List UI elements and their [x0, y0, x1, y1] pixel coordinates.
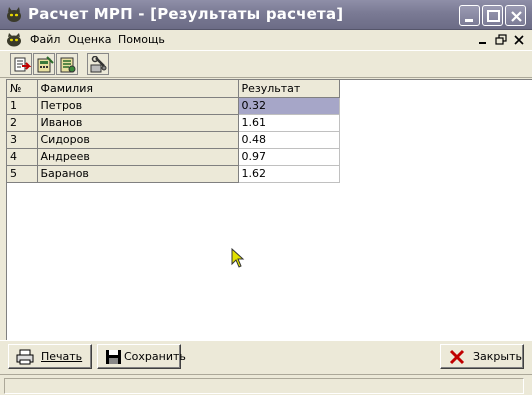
row-result[interactable]: 0.32 — [238, 97, 340, 115]
row-number: 1 — [7, 97, 38, 115]
table-row[interactable]: 5 Баранов 1.62 — [7, 165, 340, 183]
settings-icon — [90, 56, 107, 73]
calculate-icon — [37, 56, 54, 73]
row-number: 5 — [7, 165, 38, 183]
grid-header-row: № Фамилия Результат — [7, 80, 340, 98]
table-row[interactable]: 2 Иванов 1.61 — [7, 114, 340, 132]
table-row[interactable]: 4 Андреев 0.97 — [7, 148, 340, 166]
results-icon — [60, 57, 76, 73]
toolbar — [0, 50, 532, 78]
settings-button[interactable] — [87, 53, 109, 75]
row-surname[interactable]: Сидоров — [37, 131, 239, 149]
print-label: Печать — [41, 350, 83, 363]
mdi-child-cat-icon[interactable] — [5, 32, 23, 48]
button-bar: Печать Сохранить Закрыть — [0, 340, 532, 372]
close-label: Закрыть — [473, 350, 522, 363]
floppy-disk-icon — [106, 350, 121, 364]
export-button[interactable] — [10, 53, 32, 75]
column-header-number[interactable]: № — [7, 80, 38, 98]
column-header-surname[interactable]: Фамилия — [37, 80, 239, 98]
row-number: 4 — [7, 148, 38, 166]
row-result[interactable]: 0.97 — [238, 148, 340, 166]
row-result[interactable]: 1.61 — [238, 114, 340, 132]
row-result[interactable]: 0.48 — [238, 131, 340, 149]
calculate-button[interactable] — [33, 53, 55, 75]
row-surname[interactable]: Андреев — [37, 148, 239, 166]
maximize-icon — [487, 10, 500, 22]
row-surname[interactable]: Петров — [37, 97, 239, 115]
row-number: 3 — [7, 131, 38, 149]
menu-file[interactable]: Файл — [30, 33, 60, 46]
results-grid: № Фамилия Результат 1 Петров 0.32 2 Иван… — [7, 80, 340, 183]
minimize-icon — [465, 19, 473, 22]
window-title: Расчет МРП - [Результаты расчета] — [28, 5, 344, 23]
row-surname[interactable]: Баранов — [37, 165, 239, 183]
app-cat-icon — [7, 7, 21, 22]
table-row[interactable]: 1 Петров 0.32 — [7, 97, 340, 115]
export-icon — [14, 57, 31, 72]
close-icon — [511, 11, 522, 22]
status-bar — [0, 374, 532, 395]
print-button[interactable]: Печать — [8, 344, 92, 369]
mouse-cursor-icon — [231, 248, 245, 268]
mdi-restore-icon[interactable] — [494, 33, 508, 47]
row-number: 2 — [7, 114, 38, 132]
row-result[interactable]: 1.62 — [238, 165, 340, 183]
mdi-close-icon[interactable] — [512, 33, 526, 47]
close-x-icon — [449, 349, 465, 365]
maximize-button[interactable] — [482, 5, 503, 26]
menu-evaluation[interactable]: Оценка — [68, 33, 112, 46]
mdi-minimize-icon[interactable] — [476, 33, 490, 47]
save-button[interactable]: Сохранить — [97, 344, 186, 369]
minimize-button[interactable] — [459, 5, 480, 26]
title-bar[interactable]: Расчет МРП - [Результаты расчета] — [0, 0, 532, 30]
results-button[interactable] — [56, 53, 78, 75]
column-header-result[interactable]: Результат — [238, 80, 340, 98]
printer-icon — [16, 349, 34, 365]
results-grid-area[interactable]: № Фамилия Результат 1 Петров 0.32 2 Иван… — [6, 79, 532, 340]
close-window-button[interactable] — [505, 5, 526, 26]
table-row[interactable]: 3 Сидоров 0.48 — [7, 131, 340, 149]
row-surname[interactable]: Иванов — [37, 114, 239, 132]
save-label: Сохранить — [124, 350, 186, 363]
close-button[interactable]: Закрыть — [440, 344, 524, 369]
status-panel — [4, 378, 524, 394]
menu-bar: Файл Оценка Помощь — [0, 30, 532, 50]
menu-help[interactable]: Помощь — [118, 33, 165, 46]
